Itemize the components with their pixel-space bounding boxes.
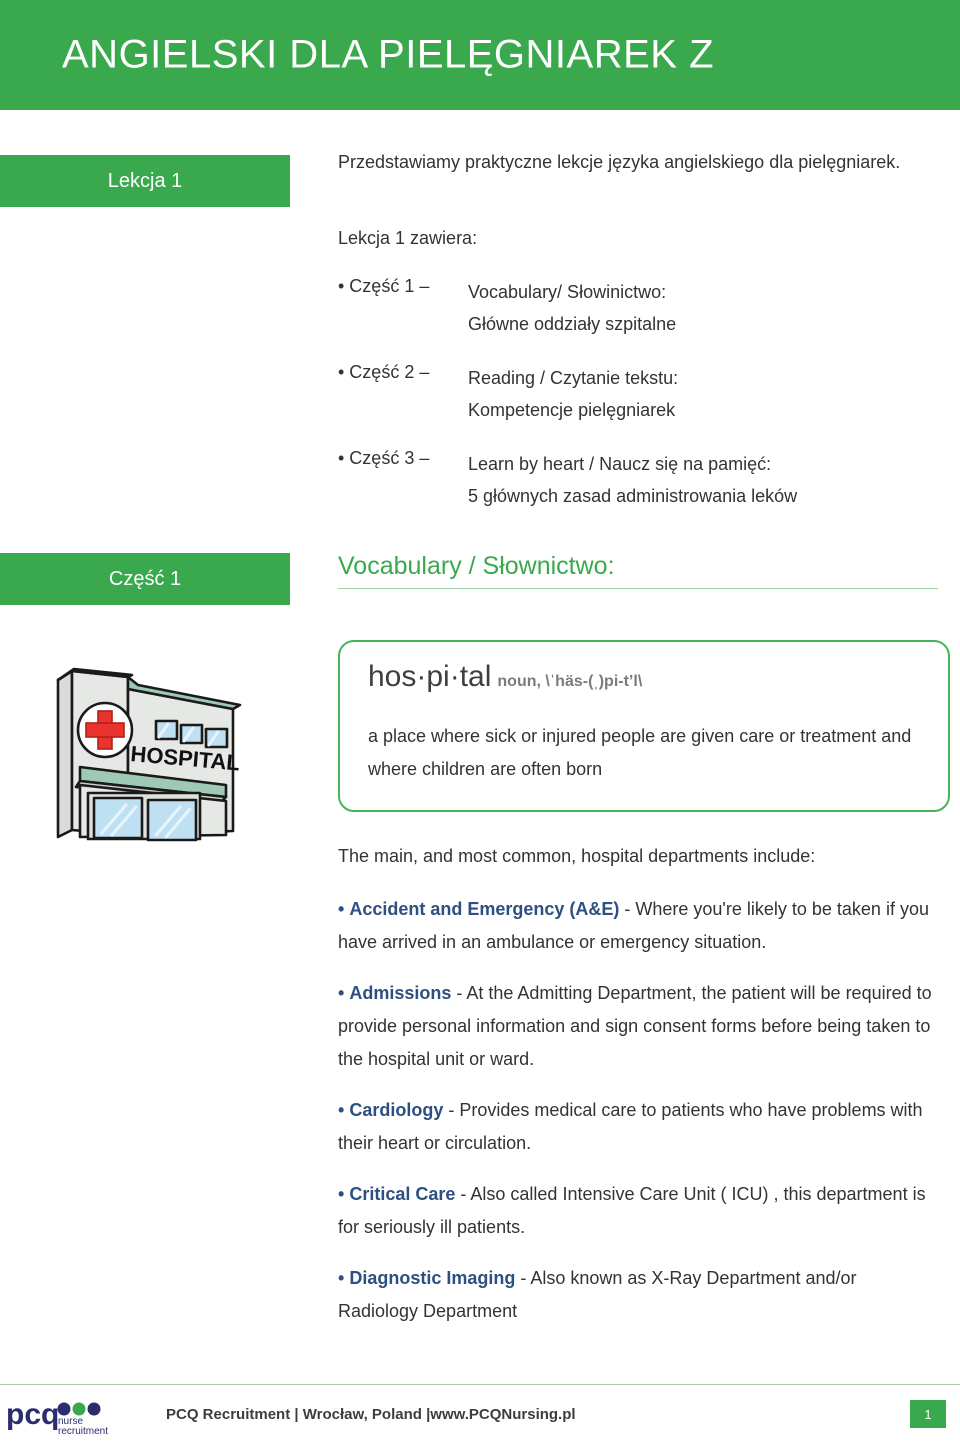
hospital-building-illustration: HOSPITAL (28, 645, 278, 850)
list-item: • Cardiology - Provides medical care to … (338, 1094, 938, 1160)
lesson-contains-heading: Lekcja 1 zawiera: (338, 228, 478, 248)
part-value-line2: Kompetencje pielęgniarek (468, 400, 676, 420)
lesson-intro-text: Przedstawiamy praktyczne lekcje języka a… (338, 152, 901, 172)
department-term: Cardiology (349, 1100, 444, 1120)
bullet-icon: • (338, 1184, 345, 1204)
definition-headword-line: hos·pi·tal noun, \ˈhäs-(ˌ)pi-t’l\ (368, 660, 642, 694)
logo-dot-three (87, 1402, 101, 1416)
part-value-line2: Główne oddziały szpitalne (468, 314, 677, 334)
part-value-line1: Learn by heart / Naucz się na pamięć: (468, 454, 772, 474)
list-item: • Critical Care - Also called Intensive … (338, 1178, 938, 1244)
bullet-icon: • (338, 1268, 345, 1288)
footer-contact-text: PCQ Recruitment | Wrocław, Poland |www.P… (166, 1406, 576, 1423)
header-banner: ANGIELSKI DLA PIELĘGNIAREK Z (0, 0, 960, 110)
departments-intro: The main, and most common, hospital depa… (338, 846, 816, 866)
part-label: • Część 2 – (338, 362, 430, 382)
list-item: • Accident and Emergency (A&E) - Where y… (338, 893, 938, 959)
logo-dot-one (57, 1402, 71, 1416)
lesson-chip-label: Lekcja 1 (107, 169, 183, 192)
department-term: Diagnostic Imaging (349, 1268, 516, 1288)
part-value: Reading / Czytanie tekstu: Kompetencje p… (468, 362, 678, 426)
page-number-badge: 1 (910, 1400, 946, 1428)
bullet-icon: • (338, 1100, 345, 1120)
list-item: • Część 1 – Vocabulary/ Słowinictwo: Głó… (338, 276, 938, 340)
department-term: Accident and Emergency (A&E) (349, 899, 620, 919)
logo-tagline-line2: recruitment (58, 1426, 108, 1436)
footer-divider (0, 1384, 960, 1385)
page-title: ANGIELSKI DLA PIELĘGNIAREK Z (62, 32, 715, 77)
footer: pcq nurse recruitment PCQ Recruitment | … (0, 1392, 960, 1440)
part-value-line1: Reading / Czytanie tekstu: (468, 368, 679, 388)
list-item: • Admissions - At the Admitting Departme… (338, 977, 938, 1076)
definition-card: hos·pi·tal noun, \ˈhäs-(ˌ)pi-t’l\ a place… (338, 640, 950, 812)
department-term: Admissions (349, 983, 452, 1003)
list-item: • Część 3 – Learn by heart / Naucz się n… (338, 448, 938, 512)
department-term: Critical Care (349, 1184, 456, 1204)
part-value: Learn by heart / Naucz się na pamięć: 5 … (468, 448, 797, 512)
part-label: • Część 3 – (338, 448, 430, 468)
list-item: • Część 2 – Reading / Czytanie tekstu: K… (338, 362, 938, 426)
part-label: • Część 1 – (338, 276, 430, 296)
vocabulary-heading: Vocabulary / Słownictwo: (338, 552, 938, 589)
lesson-parts-list: • Część 1 – Vocabulary/ Słowinictwo: Głó… (338, 276, 938, 534)
part-value-line2: 5 głównych zasad administrowania leków (468, 486, 798, 506)
logo-dot-two (72, 1402, 86, 1416)
definition-word: hos·pi·tal (368, 660, 492, 693)
lesson-chip: Lekcja 1 (0, 155, 290, 207)
section-chip-label: Część 1 (108, 567, 182, 590)
bullet-icon: • (338, 899, 345, 919)
definition-part-of-speech: noun, (497, 673, 541, 690)
pcq-logo: pcq nurse recruitment (6, 1396, 141, 1437)
definition-phonetic: \ˈhäs-(ˌ)pi-t’l\ (545, 673, 643, 690)
bullet-icon: • (338, 983, 345, 1003)
definition-meaning: a place where sick or injured people are… (368, 726, 912, 779)
pcq-logo-wordmark: pcq (6, 1398, 59, 1431)
part-value-line1: Vocabulary/ Słowinictwo: (468, 282, 667, 302)
section-chip: Część 1 (0, 553, 290, 605)
departments-list: • Accident and Emergency (A&E) - Where y… (338, 893, 938, 1346)
part-value: Vocabulary/ Słowinictwo: Główne oddziały… (468, 276, 676, 340)
list-item: • Diagnostic Imaging - Also known as X-R… (338, 1262, 938, 1328)
